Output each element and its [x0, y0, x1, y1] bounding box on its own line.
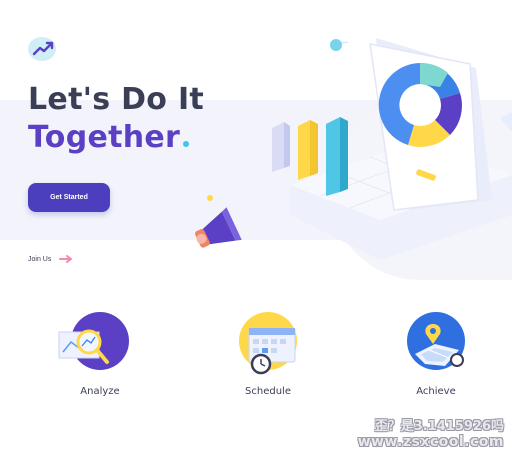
features-section: Analyze Schedule Achieve	[0, 312, 512, 412]
feature-schedule[interactable]: Schedule	[218, 312, 318, 397]
watermark-line-2: www.zsxcool.com	[357, 434, 504, 450]
feature-label-analyze: Analyze	[80, 386, 120, 397]
schedule-icon-circle	[239, 312, 297, 375]
balloon-dot	[330, 39, 342, 51]
trending-up-icon	[32, 41, 54, 56]
join-us-link[interactable]: Join Us	[28, 255, 73, 263]
feature-label-achieve: Achieve	[416, 386, 456, 397]
arrow-right-icon	[59, 255, 73, 263]
watermark-line-1: 歪？是3.1415926吗	[374, 419, 504, 434]
headline-line-2: Together	[28, 120, 181, 155]
feature-analyze[interactable]: Analyze	[50, 312, 150, 397]
map-pin-icon	[415, 324, 464, 367]
get-started-button[interactable]: Get Started	[28, 183, 110, 212]
hero-headline: Let's Do It Together	[28, 81, 204, 157]
brand-logo[interactable]	[28, 37, 56, 61]
feature-label-schedule: Schedule	[245, 386, 291, 397]
watermark: 歪？是3.1415926吗 www.zsxcool.com	[358, 415, 504, 450]
headline-line-1: Let's Do It	[28, 82, 205, 117]
calendar-clock-icon	[248, 327, 296, 375]
join-us-label: Join Us	[28, 255, 52, 263]
achieve-icon-circle	[407, 312, 465, 370]
analytics-dashboard-illustration	[195, 38, 512, 260]
analyze-icon-circle	[58, 312, 129, 370]
feature-achieve[interactable]: Achieve	[386, 312, 486, 397]
magnifier-chart-icon	[58, 329, 109, 364]
